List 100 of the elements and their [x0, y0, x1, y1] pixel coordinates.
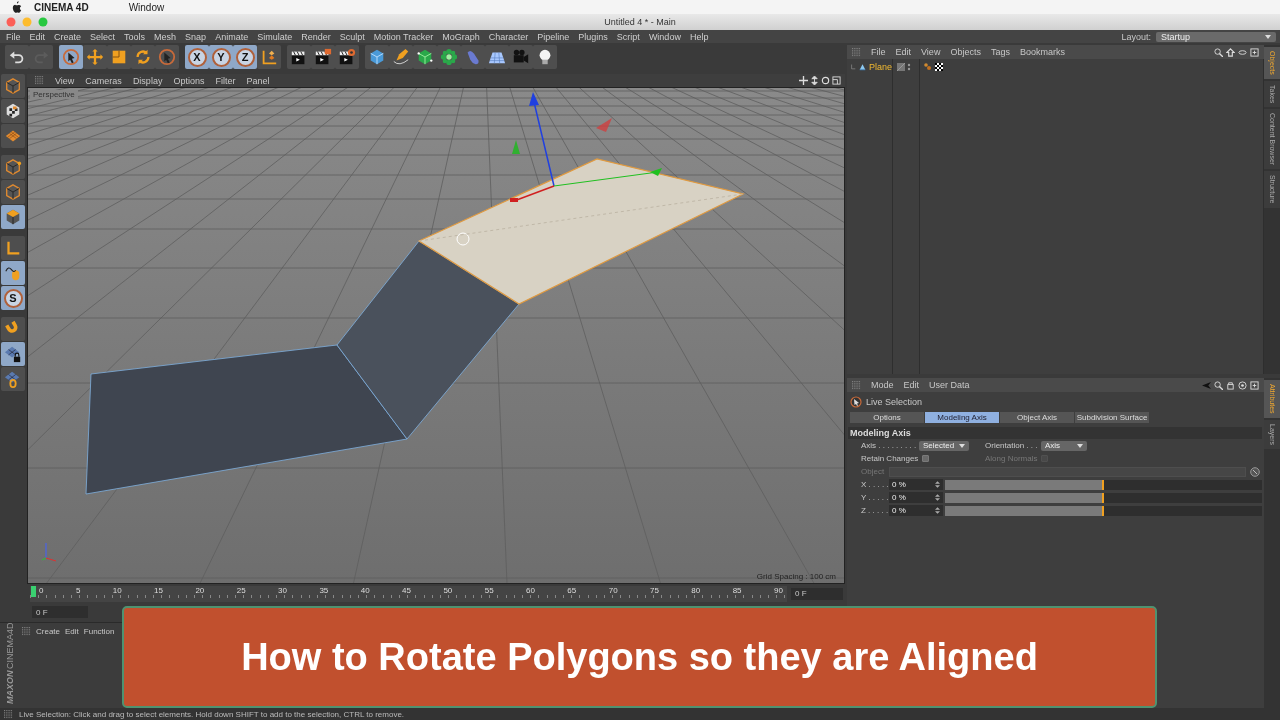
panel-grip-icon[interactable]: [4, 709, 13, 719]
menu-item[interactable]: File: [6, 31, 21, 42]
axis-mode-button[interactable]: [1, 236, 25, 260]
menu-item[interactable]: Pipeline: [537, 31, 570, 42]
target-icon[interactable]: [1238, 380, 1247, 390]
tab[interactable]: Subdivision Surface: [1075, 412, 1149, 423]
new-window-icon[interactable]: [1250, 380, 1259, 390]
menu-item[interactable]: Script: [616, 31, 640, 42]
checkbox[interactable]: [922, 455, 930, 462]
render-view-button[interactable]: [287, 45, 311, 69]
object-row[interactable]: Plane: [847, 61, 892, 73]
menu-item[interactable]: Edit: [903, 380, 920, 390]
search-icon[interactable]: [1214, 380, 1223, 390]
panel-grip-icon[interactable]: [22, 627, 31, 637]
locked-workplane-button[interactable]: [1, 342, 25, 366]
number-field[interactable]: 0 %: [889, 479, 943, 490]
menu-item[interactable]: File: [871, 47, 886, 57]
new-window-icon[interactable]: [1250, 47, 1259, 57]
undo-button[interactable]: [5, 45, 29, 69]
slider-track[interactable]: [945, 479, 1262, 490]
menu-item[interactable]: Render: [301, 31, 331, 42]
menu-item[interactable]: Sculpt: [339, 31, 365, 42]
axis-lock-button[interactable]: X: [185, 45, 209, 69]
slider-fill[interactable]: [945, 505, 1104, 516]
menu-item[interactable]: MoGraph: [442, 31, 480, 42]
tag-icon[interactable]: [924, 63, 932, 71]
menu-item[interactable]: Snap: [185, 31, 207, 42]
menu-item[interactable]: Mesh: [154, 31, 177, 42]
tab[interactable]: Object Axis: [1000, 412, 1074, 423]
panel-grip-icon[interactable]: [35, 76, 44, 85]
material-tag-icon[interactable]: [935, 63, 943, 71]
menu-item[interactable]: Display: [132, 75, 163, 86]
live-selection-button[interactable]: [59, 45, 83, 69]
move-button[interactable]: [83, 45, 107, 69]
light-button[interactable]: [533, 45, 557, 69]
apple-logo-icon[interactable]: [12, 1, 22, 13]
menu-item[interactable]: Edit: [29, 31, 46, 42]
menu-item[interactable]: Edit: [65, 627, 79, 637]
menu-item[interactable]: Select: [90, 31, 116, 42]
end-frame-field[interactable]: 0 F: [791, 588, 843, 600]
menu-item[interactable]: Create: [36, 627, 60, 637]
tab[interactable]: Options: [850, 412, 924, 423]
menu-item[interactable]: Tags: [990, 47, 1010, 57]
axis-lock-button[interactable]: Z: [233, 45, 257, 69]
menu-item[interactable]: Panel: [246, 75, 270, 86]
menu-item[interactable]: Character: [488, 31, 529, 42]
tweak-mode-button[interactable]: [1, 261, 25, 285]
menu-item[interactable]: Bookmarks: [1019, 47, 1065, 57]
number-field[interactable]: 0 %: [889, 492, 943, 503]
visibility-toggle-icon[interactable]: [897, 63, 911, 71]
menu-item[interactable]: Simulate: [257, 31, 293, 42]
search-icon[interactable]: [1214, 47, 1223, 57]
menu-item[interactable]: Cameras: [85, 75, 122, 86]
menu-item[interactable]: Function: [83, 627, 115, 637]
slider-fill[interactable]: [945, 479, 1104, 490]
dropdown[interactable]: Selected: [919, 440, 969, 451]
panel-grip-icon[interactable]: [852, 380, 861, 390]
texture-mode-button[interactable]: [1, 99, 25, 123]
spinner-icon[interactable]: [935, 481, 940, 488]
eye-icon[interactable]: [1238, 47, 1247, 57]
menu-item[interactable]: Objects: [950, 47, 981, 57]
cube-button[interactable]: [365, 45, 389, 69]
viewport-zoom-icon[interactable]: [810, 76, 819, 85]
edges-mode-button[interactable]: [1, 180, 25, 204]
home-icon[interactable]: [1226, 47, 1235, 57]
menu-item[interactable]: Tools: [124, 31, 146, 42]
pick-object-icon[interactable]: [1250, 466, 1260, 477]
menu-item[interactable]: Create: [54, 31, 82, 42]
menu-item[interactable]: Edit: [895, 47, 912, 57]
dropdown[interactable]: Axis: [1041, 440, 1087, 451]
panel-grip-icon[interactable]: [852, 47, 861, 57]
menu-item[interactable]: Window: [648, 31, 681, 42]
layout-dropdown[interactable]: Startup: [1156, 31, 1276, 42]
menu-item[interactable]: Filter: [215, 75, 236, 86]
coordinate-system-button[interactable]: [257, 45, 281, 69]
app-menu[interactable]: CINEMA 4D: [34, 1, 89, 13]
menu-item[interactable]: Help: [689, 31, 709, 42]
menu-item[interactable]: View: [55, 75, 75, 86]
menu-item[interactable]: Options: [173, 75, 205, 86]
planar-workplane-button[interactable]: [1, 367, 25, 391]
tab[interactable]: Modeling Axis: [925, 412, 999, 423]
number-field[interactable]: 0 %: [889, 505, 943, 516]
viewport-camera-label[interactable]: Perspective: [30, 90, 78, 99]
selection-button[interactable]: [155, 45, 179, 69]
snap-button[interactable]: S: [1, 286, 25, 310]
timeline-ruler[interactable]: 0 5 10 15 20 25 30 35 40 45 50 55 60 65 70 75 80 85 90: [30, 586, 787, 602]
maximize-icon[interactable]: [832, 76, 841, 85]
magnet-button[interactable]: [1, 317, 25, 341]
menu-item[interactable]: View: [921, 47, 941, 57]
start-frame-field[interactable]: 0 F: [32, 606, 88, 619]
menu-item[interactable]: Motion Tracker: [373, 31, 434, 42]
slider-track[interactable]: [945, 492, 1262, 503]
viewport-move-icon[interactable]: [799, 76, 808, 85]
slider-track[interactable]: [945, 505, 1262, 516]
model-mode-button[interactable]: [1, 74, 25, 98]
menu-item[interactable]: User Data: [929, 380, 970, 390]
render-settings-button[interactable]: [335, 45, 359, 69]
viewport-rotate-icon[interactable]: [821, 76, 830, 85]
menu-item[interactable]: Plugins: [578, 31, 608, 42]
spinner-icon[interactable]: [935, 507, 940, 514]
